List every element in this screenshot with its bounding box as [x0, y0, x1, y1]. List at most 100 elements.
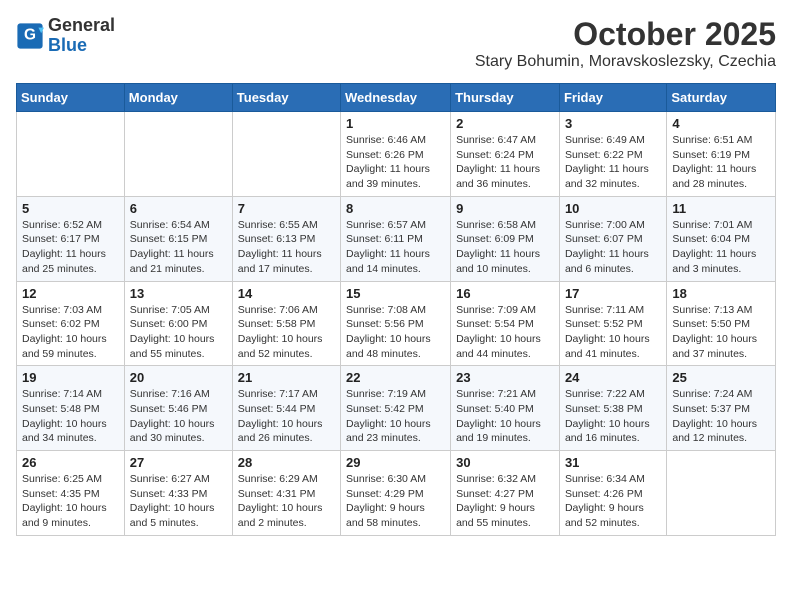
day-number: 5 [22, 201, 119, 216]
day-number: 18 [672, 286, 770, 301]
calendar-cell [17, 112, 125, 197]
day-number: 2 [456, 116, 554, 131]
day-number: 6 [130, 201, 227, 216]
day-info: Sunrise: 7:16 AM Sunset: 5:46 PM Dayligh… [130, 387, 227, 446]
calendar-cell: 22 Sunrise: 7:19 AM Sunset: 5:42 PM Dayli… [341, 366, 451, 451]
calendar-cell: 11Sunrise: 7:01 AM Sunset: 6:04 PM Dayli… [667, 196, 776, 281]
day-number: 20 [130, 370, 227, 385]
calendar-cell: 10 Sunrise: 7:00 AM Sunset: 6:07 PM Dayli… [559, 196, 666, 281]
calendar-cell: 20 Sunrise: 7:16 AM Sunset: 5:46 PM Dayli… [124, 366, 232, 451]
day-number: 10 [565, 201, 661, 216]
day-number: 17 [565, 286, 661, 301]
calendar-table: SundayMondayTuesdayWednesdayThursdayFrid… [16, 83, 776, 536]
calendar-cell: 26 Sunrise: 6:25 AM Sunset: 4:35 PM Dayli… [17, 451, 125, 536]
calendar-cell [667, 451, 776, 536]
calendar-subtitle: Stary Bohumin, Moravskoslezsky, Czechia [475, 53, 776, 71]
week-row-5: 26 Sunrise: 6:25 AM Sunset: 4:35 PM Dayli… [17, 451, 776, 536]
week-row-3: 12Sunrise: 7:03 AM Sunset: 6:02 PM Dayli… [17, 281, 776, 366]
day-info: Sunrise: 7:00 AM Sunset: 6:07 PM Dayligh… [565, 218, 661, 277]
weekday-header-sunday: Sunday [17, 84, 125, 112]
calendar-cell: 17 Sunrise: 7:11 AM Sunset: 5:52 PM Dayli… [559, 281, 666, 366]
day-info: Sunrise: 7:13 AM Sunset: 5:50 PM Dayligh… [672, 303, 770, 362]
calendar-cell: 6 Sunrise: 6:54 AM Sunset: 6:15 PM Daylig… [124, 196, 232, 281]
calendar-cell: 23 Sunrise: 7:21 AM Sunset: 5:40 PM Dayli… [451, 366, 560, 451]
calendar-cell: 16Sunrise: 7:09 AM Sunset: 5:54 PM Dayli… [451, 281, 560, 366]
weekday-header-friday: Friday [559, 84, 666, 112]
day-number: 15 [346, 286, 445, 301]
weekday-header-wednesday: Wednesday [341, 84, 451, 112]
calendar-cell: 8 Sunrise: 6:57 AM Sunset: 6:11 PM Daylig… [341, 196, 451, 281]
title-block: October 2025 Stary Bohumin, Moravskoslez… [475, 16, 776, 71]
day-info: Sunrise: 6:32 AM Sunset: 4:27 PM Dayligh… [456, 472, 554, 531]
day-number: 22 [346, 370, 445, 385]
day-number: 11 [672, 201, 770, 216]
day-info: Sunrise: 6:27 AM Sunset: 4:33 PM Dayligh… [130, 472, 227, 531]
day-info: Sunrise: 7:11 AM Sunset: 5:52 PM Dayligh… [565, 303, 661, 362]
calendar-cell: 31 Sunrise: 6:34 AM Sunset: 4:26 PM Dayli… [559, 451, 666, 536]
logo-icon: G [16, 22, 44, 50]
day-info: Sunrise: 6:58 AM Sunset: 6:09 PM Dayligh… [456, 218, 554, 277]
day-number: 28 [238, 455, 335, 470]
calendar-cell: 29 Sunrise: 6:30 AM Sunset: 4:29 PM Dayli… [341, 451, 451, 536]
day-number: 24 [565, 370, 661, 385]
day-info: Sunrise: 6:46 AM Sunset: 6:26 PM Dayligh… [346, 133, 445, 192]
calendar-cell: 12Sunrise: 7:03 AM Sunset: 6:02 PM Dayli… [17, 281, 125, 366]
day-info: Sunrise: 6:34 AM Sunset: 4:26 PM Dayligh… [565, 472, 661, 531]
calendar-cell: 4Sunrise: 6:51 AM Sunset: 6:19 PM Daylig… [667, 112, 776, 197]
day-number: 8 [346, 201, 445, 216]
calendar-cell: 19 Sunrise: 7:14 AM Sunset: 5:48 PM Dayli… [17, 366, 125, 451]
day-number: 29 [346, 455, 445, 470]
day-number: 19 [22, 370, 119, 385]
weekday-header-row: SundayMondayTuesdayWednesdayThursdayFrid… [17, 84, 776, 112]
weekday-header-tuesday: Tuesday [232, 84, 340, 112]
calendar-title: October 2025 [475, 16, 776, 53]
calendar-cell: 13Sunrise: 7:05 AM Sunset: 6:00 PM Dayli… [124, 281, 232, 366]
day-info: Sunrise: 6:57 AM Sunset: 6:11 PM Dayligh… [346, 218, 445, 277]
weekday-header-thursday: Thursday [451, 84, 560, 112]
logo-blue-text: Blue [48, 36, 115, 56]
calendar-cell: 24 Sunrise: 7:22 AM Sunset: 5:38 PM Dayli… [559, 366, 666, 451]
day-number: 14 [238, 286, 335, 301]
day-info: Sunrise: 7:21 AM Sunset: 5:40 PM Dayligh… [456, 387, 554, 446]
calendar-cell: 3Sunrise: 6:49 AM Sunset: 6:22 PM Daylig… [559, 112, 666, 197]
day-number: 26 [22, 455, 119, 470]
day-info: Sunrise: 7:09 AM Sunset: 5:54 PM Dayligh… [456, 303, 554, 362]
calendar-cell: 21 Sunrise: 7:17 AM Sunset: 5:44 PM Dayli… [232, 366, 340, 451]
day-number: 12 [22, 286, 119, 301]
day-number: 21 [238, 370, 335, 385]
day-number: 23 [456, 370, 554, 385]
day-info: Sunrise: 7:22 AM Sunset: 5:38 PM Dayligh… [565, 387, 661, 446]
day-info: Sunrise: 6:52 AM Sunset: 6:17 PM Dayligh… [22, 218, 119, 277]
weekday-header-saturday: Saturday [667, 84, 776, 112]
day-info: Sunrise: 7:06 AM Sunset: 5:58 PM Dayligh… [238, 303, 335, 362]
calendar-cell: 18 Sunrise: 7:13 AM Sunset: 5:50 PM Dayli… [667, 281, 776, 366]
day-number: 31 [565, 455, 661, 470]
day-info: Sunrise: 6:30 AM Sunset: 4:29 PM Dayligh… [346, 472, 445, 531]
day-number: 3 [565, 116, 661, 131]
day-info: Sunrise: 6:25 AM Sunset: 4:35 PM Dayligh… [22, 472, 119, 531]
weekday-header-monday: Monday [124, 84, 232, 112]
calendar-cell: 25Sunrise: 7:24 AM Sunset: 5:37 PM Dayli… [667, 366, 776, 451]
day-number: 25 [672, 370, 770, 385]
calendar-cell: 14 Sunrise: 7:06 AM Sunset: 5:58 PM Dayli… [232, 281, 340, 366]
logo: G General Blue [16, 16, 115, 56]
day-info: Sunrise: 6:54 AM Sunset: 6:15 PM Dayligh… [130, 218, 227, 277]
calendar-cell: 5 Sunrise: 6:52 AM Sunset: 6:17 PM Daylig… [17, 196, 125, 281]
day-info: Sunrise: 6:29 AM Sunset: 4:31 PM Dayligh… [238, 472, 335, 531]
calendar-cell: 7Sunrise: 6:55 AM Sunset: 6:13 PM Daylig… [232, 196, 340, 281]
day-info: Sunrise: 7:08 AM Sunset: 5:56 PM Dayligh… [346, 303, 445, 362]
svg-text:G: G [24, 26, 36, 43]
day-number: 27 [130, 455, 227, 470]
day-info: Sunrise: 7:14 AM Sunset: 5:48 PM Dayligh… [22, 387, 119, 446]
day-info: Sunrise: 7:19 AM Sunset: 5:42 PM Dayligh… [346, 387, 445, 446]
day-info: Sunrise: 7:17 AM Sunset: 5:44 PM Dayligh… [238, 387, 335, 446]
day-info: Sunrise: 6:55 AM Sunset: 6:13 PM Dayligh… [238, 218, 335, 277]
calendar-cell: 30 Sunrise: 6:32 AM Sunset: 4:27 PM Dayli… [451, 451, 560, 536]
day-number: 4 [672, 116, 770, 131]
day-number: 30 [456, 455, 554, 470]
calendar-cell: 1Sunrise: 6:46 AM Sunset: 6:26 PM Daylig… [341, 112, 451, 197]
calendar-cell: 27 Sunrise: 6:27 AM Sunset: 4:33 PM Dayli… [124, 451, 232, 536]
calendar-cell [124, 112, 232, 197]
day-number: 13 [130, 286, 227, 301]
week-row-4: 19 Sunrise: 7:14 AM Sunset: 5:48 PM Dayli… [17, 366, 776, 451]
